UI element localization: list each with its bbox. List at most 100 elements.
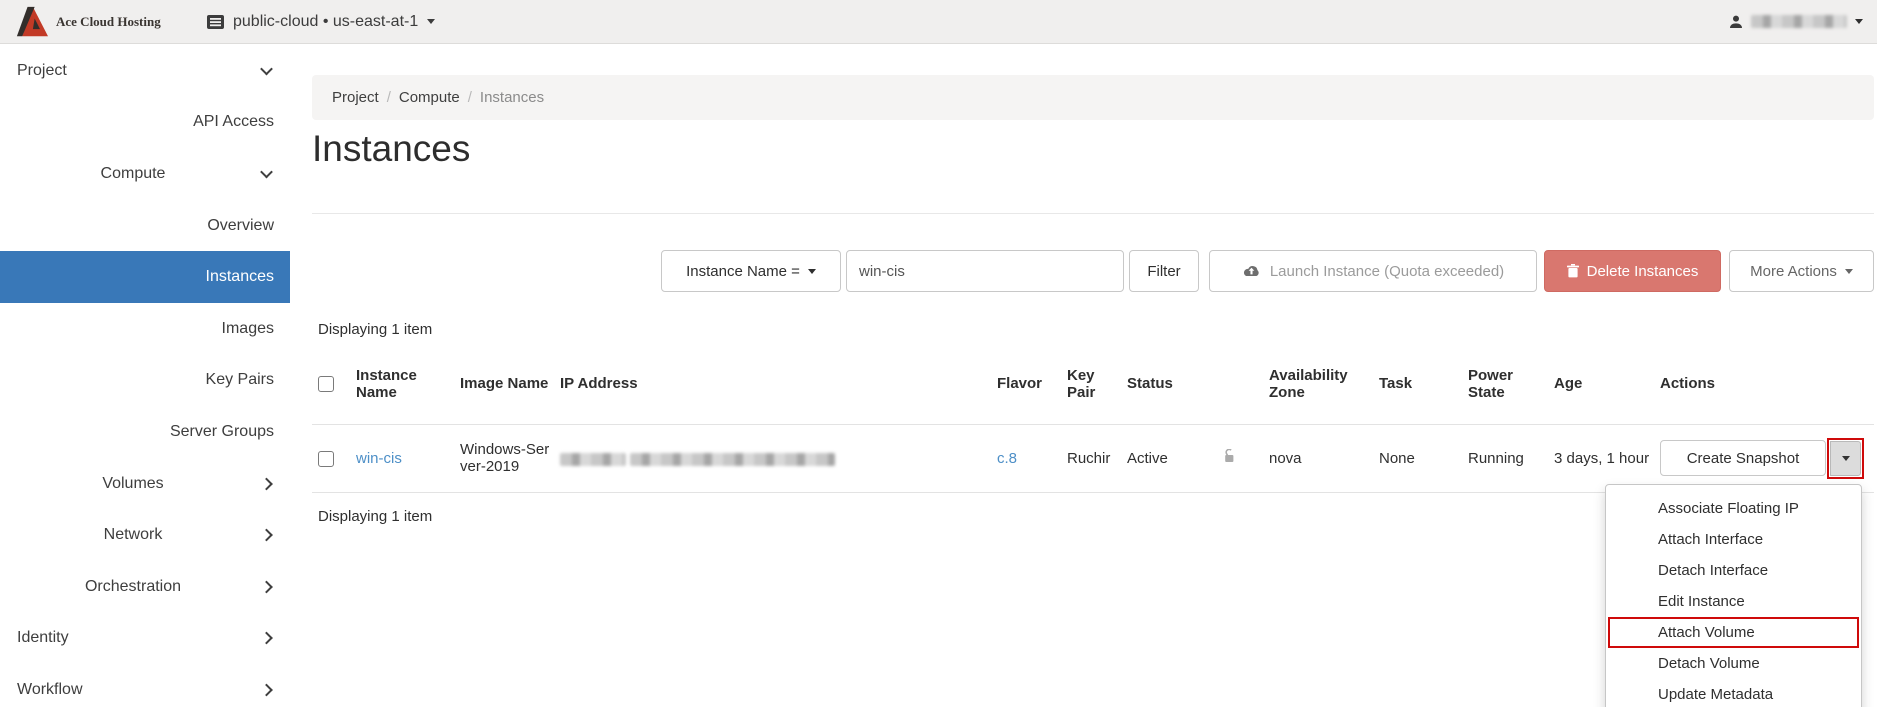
select-all-header [312,344,356,425]
horizon-dashboard: Ace Cloud Hosting public-cloud • us-east… [0,0,1877,707]
chevron-right-icon [260,528,273,542]
brand: Ace Cloud Hosting [14,6,179,38]
sidebar-item-orchestration[interactable]: Orchestration [0,561,290,613]
chevron-down-icon [427,19,436,24]
col-header-task[interactable]: Task [1379,344,1468,425]
sidebar-item-server-groups[interactable]: Server Groups [0,406,290,458]
chevron-down-icon [807,268,816,274]
cell-status: Active [1127,424,1221,493]
trash-icon [1566,264,1579,278]
select-all-checkbox[interactable] [318,376,334,393]
sidebar-item-instances[interactable]: Instances [0,251,290,303]
item-count-bottom: Displaying 1 item [318,508,433,525]
redacted-ipv6 [630,452,836,466]
list-icon [207,14,224,29]
cell-power-state: Running [1468,424,1554,493]
redacted-ipv4 [560,452,626,466]
col-header-status[interactable]: Status [1127,344,1221,425]
more-actions-label: More Actions [1750,262,1837,280]
col-header-key-pair[interactable]: Key Pair [1067,344,1127,425]
sidebar-item-network[interactable]: Network [0,509,290,561]
sidebar-item-overview[interactable]: Overview [0,200,290,252]
col-header-ip-address[interactable]: IP Address [560,344,997,425]
sidebar-item-project[interactable]: Project [0,45,290,97]
delete-instances-label: Delete Instances [1586,262,1699,280]
more-actions-button[interactable]: More Actions [1729,250,1874,292]
chevron-down-icon [1855,19,1863,24]
filter-field-selector[interactable]: Instance Name = [661,250,841,292]
menu-item-update-metadata[interactable]: Update Metadata [1606,679,1861,707]
row-select-cell [312,424,356,493]
col-header-instance-name[interactable]: Instance Name [356,344,460,425]
instances-table: Instance Name Image Name IP Address Flav… [312,344,1874,493]
page-title: Instances [312,128,471,169]
cell-ip-address [560,424,997,493]
sidebar-item-api-access[interactable]: API Access [0,97,290,149]
cell-availability-zone: nova [1269,424,1379,493]
unlock-icon [1221,449,1236,463]
breadcrumb-compute[interactable]: Compute [399,89,460,106]
sidebar-item-label: Network [103,526,163,544]
redacted-username [1751,15,1847,28]
row-actions-toggle[interactable] [1830,440,1861,476]
col-header-image-name[interactable]: Image Name [460,344,560,425]
launch-instance-label: Launch Instance (Quota exceeded) [1269,262,1505,280]
cell-task: None [1379,424,1468,493]
filter-button[interactable]: Filter [1129,250,1199,292]
col-header-age[interactable]: Age [1554,344,1660,425]
divider [312,213,1874,214]
chevron-right-icon [260,683,273,697]
sidebar-item-key-pairs[interactable]: Key Pairs [0,355,290,407]
user-menu[interactable] [1729,15,1863,29]
table-row: win-cis Windows-Server-2019 c.8 Ruchir A… [312,424,1874,493]
table-toolbar: Instance Name = Filter Launch Instance (… [312,250,1874,292]
cell-image-name: Windows-Server-2019 [460,424,560,493]
menu-item-attach-volume[interactable]: Attach Volume [1608,617,1859,648]
col-header-flavor[interactable]: Flavor [997,344,1067,425]
flavor-link[interactable]: c.8 [997,450,1017,467]
chevron-down-icon [1841,455,1850,461]
menu-item-edit-instance[interactable]: Edit Instance [1606,586,1861,617]
menu-item-associate-floating-ip[interactable]: Associate Floating IP [1606,493,1861,524]
filter-input[interactable] [846,250,1124,292]
launch-instance-button[interactable]: Launch Instance (Quota exceeded) [1209,250,1537,292]
breadcrumb-project[interactable]: Project [332,89,379,106]
sidebar-item-identity[interactable]: Identity [0,613,290,665]
breadcrumb-current: Instances [479,89,545,106]
sidebar-item-compute[interactable]: Compute [0,148,290,200]
sidebar-item-label: Compute [100,164,166,182]
sidebar-item-images[interactable]: Images [0,303,290,355]
menu-item-detach-interface[interactable]: Detach Interface [1606,555,1861,586]
user-icon [1729,15,1743,29]
context-label: public-cloud • us-east-at-1 [233,12,419,30]
breadcrumb-separator: / [386,89,391,106]
filter-button-label: Filter [1147,262,1181,280]
chevron-down-icon [1844,268,1853,274]
cloud-upload-icon [1242,264,1261,278]
sidebar-item-workflow[interactable]: Workflow [0,664,290,707]
chevron-right-icon [260,631,273,645]
breadcrumb: Project / Compute / Instances [312,75,1874,120]
delete-instances-button[interactable]: Delete Instances [1544,250,1721,292]
sidebar-item-label: Key Pairs [205,371,274,389]
breadcrumb-separator: / [467,89,472,106]
brand-logo-icon [14,6,50,38]
row-checkbox[interactable] [318,450,334,467]
project-region-switcher[interactable]: public-cloud • us-east-at-1 [207,12,436,31]
col-header-availability-zone[interactable]: Availability Zone [1269,344,1379,425]
sidebar-item-volumes[interactable]: Volumes [0,458,290,510]
sidebar-item-label: Server Groups [169,422,274,440]
row-actions: Create Snapshot [1660,437,1864,479]
sidebar-item-label: Volumes [102,474,164,492]
sidebar-item-label: Workflow [17,680,83,698]
chevron-right-icon [260,580,273,594]
filter-field-label: Instance Name = [686,262,800,280]
table-header-row: Instance Name Image Name IP Address Flav… [312,344,1874,425]
instance-link[interactable]: win-cis [356,450,402,467]
menu-item-detach-volume[interactable]: Detach Volume [1606,648,1861,679]
menu-item-attach-interface[interactable]: Attach Interface [1606,524,1861,555]
sidebar-item-label: API Access [193,113,274,131]
col-header-lock [1221,344,1269,425]
create-snapshot-button[interactable]: Create Snapshot [1660,440,1826,476]
col-header-power-state[interactable]: Power State [1468,344,1554,425]
